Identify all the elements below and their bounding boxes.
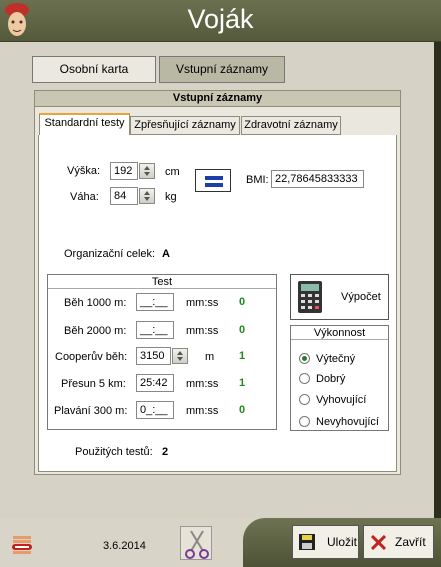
radio-label: Výtečný — [316, 353, 356, 365]
test-row-input[interactable]: __:__ — [136, 293, 174, 311]
test-row-unit: mm:ss — [186, 378, 219, 390]
test-row-score: 0 — [239, 324, 246, 336]
save-label: Uložit — [327, 535, 358, 549]
radio-excellent[interactable] — [299, 353, 310, 364]
org-label: Organizační celek: — [64, 248, 156, 260]
performance-title: Výkonnost — [291, 326, 388, 340]
test-row-score: 0 — [239, 296, 246, 308]
bmi-label: BMI: — [246, 174, 269, 186]
weight-label: Váha: — [70, 191, 99, 203]
height-spinner[interactable] — [139, 163, 155, 179]
radio-label: Vyhovující — [316, 394, 367, 406]
bmi-field[interactable]: 22,78645833333 — [271, 170, 364, 188]
test-row-input[interactable]: 25:42 — [136, 374, 174, 392]
footer-date: 3.6.2014 — [103, 540, 146, 552]
height-label: Výška: — [67, 165, 101, 177]
test-row-label: Běh 2000 m: — [64, 325, 127, 337]
height-input[interactable]: 192 — [110, 162, 138, 180]
test-row-score: 1 — [239, 377, 246, 389]
test-row-label: Cooperův běh: — [55, 351, 128, 363]
radio-good[interactable] — [299, 373, 310, 384]
cooper-spinner[interactable] — [172, 348, 188, 364]
org-value: A — [162, 248, 170, 260]
test-row-score: 0 — [239, 404, 246, 416]
test-row-input[interactable]: __:__ — [136, 321, 174, 339]
tab-personal-card[interactable]: Osobní karta — [32, 56, 156, 83]
test-row-label: Plavání 300 m: — [54, 405, 128, 417]
scissors-icon — [185, 530, 209, 559]
tab-standard-tests[interactable]: Standardní testy — [39, 113, 130, 136]
used-tests-value: 2 — [162, 446, 169, 458]
test-group-title: Test — [48, 275, 276, 289]
close-label: Zavřít — [395, 535, 426, 549]
window-title: Voják — [187, 4, 254, 34]
calculator-icon — [298, 281, 322, 313]
calculate-label: Výpočet — [341, 291, 381, 303]
radio-satisfactory[interactable] — [299, 394, 310, 405]
test-row-input[interactable]: 3150 — [136, 347, 171, 365]
used-tests-label: Použitých testů: — [75, 446, 153, 458]
calculate-button[interactable]: Výpočet — [290, 274, 389, 320]
title-bar: Voják — [0, 0, 441, 42]
equals-bar-bottom — [205, 183, 223, 187]
radio-unsatisfactory[interactable] — [299, 416, 310, 427]
test-row-unit: m — [205, 351, 215, 363]
test-row-unit: mm:ss — [186, 325, 219, 337]
height-unit: cm — [165, 166, 180, 178]
save-button[interactable]: Uložit — [292, 525, 359, 559]
weight-input[interactable]: 84 — [110, 187, 138, 205]
test-row-input[interactable]: 0_:__ — [136, 401, 174, 419]
test-row-label: Běh 1000 m: — [64, 297, 127, 309]
close-button[interactable]: Zavřít — [363, 525, 434, 559]
tab-refining-records[interactable]: Zpřesňující záznamy — [130, 116, 240, 135]
test-row-score: 1 — [239, 350, 246, 362]
radio-label: Nevyhovující — [316, 416, 379, 428]
section-title: Vstupní záznamy — [35, 91, 400, 107]
tab-health-records[interactable]: Zdravotní záznamy — [241, 116, 341, 135]
floppy-disk-icon — [299, 534, 315, 550]
equals-bar-top — [205, 176, 223, 180]
test-row-unit: mm:ss — [186, 405, 219, 417]
weight-spinner[interactable] — [139, 188, 155, 204]
test-row-label: Přesun 5 km: — [61, 378, 126, 390]
right-strip — [434, 42, 441, 532]
red-x-icon — [371, 535, 386, 550]
test-row-unit: mm:ss — [186, 297, 219, 309]
document-stack-icon — [12, 536, 32, 554]
scissors-button[interactable] — [180, 526, 212, 560]
radio-label: Dobrý — [316, 373, 346, 385]
weight-unit: kg — [165, 191, 177, 203]
tab-entry-records[interactable]: Vstupní záznamy — [159, 56, 285, 83]
equals-button[interactable] — [195, 169, 231, 192]
